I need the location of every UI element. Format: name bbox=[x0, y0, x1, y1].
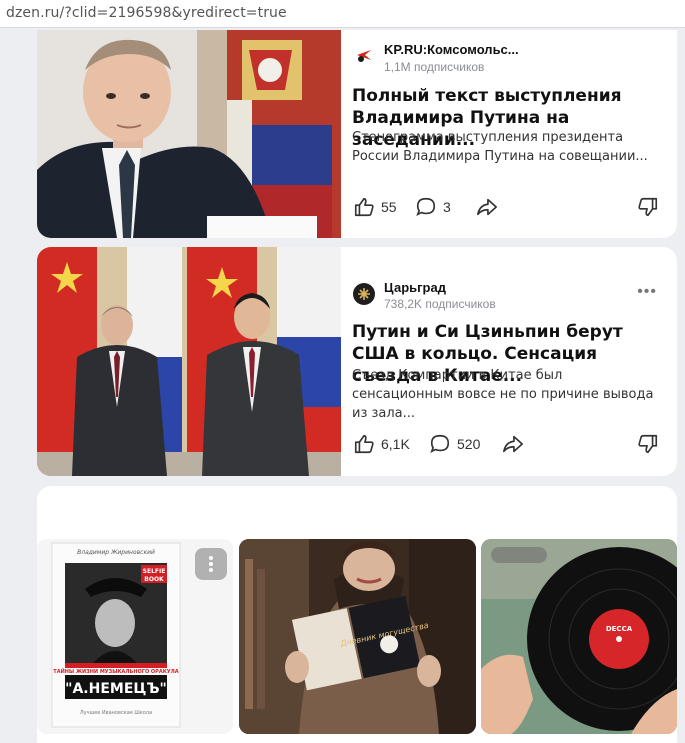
source-subscribers: 738,2K подписчиков bbox=[384, 297, 496, 311]
source-name[interactable]: Царьград bbox=[384, 280, 446, 295]
share-button[interactable] bbox=[475, 196, 499, 218]
share-icon bbox=[503, 435, 523, 453]
like-button[interactable]: 6,1K bbox=[353, 433, 410, 455]
source-name[interactable]: KP.RU:Комсомольс... bbox=[384, 42, 519, 57]
comment-icon bbox=[416, 197, 436, 217]
card-info: KP.RU:Комсомольс... 1,1M подписчиков Пол… bbox=[351, 30, 665, 238]
article-description: Стенограмма выступления президента Росси… bbox=[352, 130, 648, 164]
comment-count: 520 bbox=[457, 436, 481, 452]
comment-icon bbox=[430, 434, 450, 454]
comments-button[interactable]: 520 bbox=[429, 433, 480, 455]
thumbs-down-icon bbox=[638, 434, 658, 454]
like-count: 6,1K bbox=[381, 436, 410, 452]
book-badge-bottom: BOOK bbox=[144, 576, 164, 583]
tsargrad-logo-icon bbox=[358, 288, 370, 300]
book-tagline: ТАЙНЫ ЖИЗНИ МУЗЫКАЛЬНОГО ОРАКУЛА bbox=[53, 667, 179, 675]
share-icon bbox=[477, 198, 497, 216]
vertical-dots-icon bbox=[209, 556, 213, 572]
comment-count: 3 bbox=[443, 199, 451, 215]
card-actions: 55 3 bbox=[351, 196, 665, 226]
source-subscribers: 1,1M подписчиков bbox=[384, 60, 485, 74]
more-options-icon[interactable]: ••• bbox=[637, 283, 657, 301]
gallery-card: Владимир Жириновский SELFIE BOOK ТАЙНЫ Ж… bbox=[37, 486, 677, 743]
card-actions: 6,1K 520 bbox=[351, 433, 665, 463]
article-thumbnail[interactable] bbox=[37, 247, 341, 476]
kp-logo-icon bbox=[357, 50, 371, 62]
dislike-button[interactable] bbox=[637, 433, 659, 455]
thumbs-down-icon bbox=[638, 197, 658, 217]
article-thumbnail[interactable] bbox=[37, 30, 341, 238]
gallery-item-vinyl[interactable]: DECCA bbox=[481, 539, 677, 734]
book-author: Владимир Жириновский bbox=[77, 549, 155, 556]
thumbs-up-icon bbox=[354, 434, 374, 454]
source-logo[interactable] bbox=[353, 283, 375, 305]
address-bar[interactable]: dzen.ru/?clid=2196598&yredirect=true bbox=[0, 0, 685, 28]
feed-card[interactable]: Царьград 738,2K подписчиков ••• Путин и … bbox=[37, 247, 677, 476]
card-info: Царьград 738,2K подписчиков ••• Путин и … bbox=[351, 247, 665, 476]
article-description: Съезд Компартии в Китае был сенсационным… bbox=[352, 368, 654, 421]
book-name: "А.НЕМЕЦЪ" bbox=[65, 681, 167, 697]
like-count: 55 bbox=[381, 199, 397, 215]
book-badge-top: SELFIE bbox=[143, 568, 166, 575]
url-text: dzen.ru/?clid=2196598&yredirect=true bbox=[6, 5, 287, 21]
more-options-button[interactable] bbox=[195, 548, 227, 580]
record-label: DECCA bbox=[606, 625, 633, 633]
gallery-item-reader[interactable]: Дневник могущества bbox=[239, 539, 476, 734]
comments-button[interactable]: 3 bbox=[415, 196, 451, 218]
thumbs-up-icon bbox=[354, 197, 374, 217]
share-button[interactable] bbox=[501, 433, 525, 455]
feed-card[interactable]: KP.RU:Комсомольс... 1,1M подписчиков Пол… bbox=[37, 30, 677, 238]
dislike-button[interactable] bbox=[637, 196, 659, 218]
gallery-item-book[interactable]: Владимир Жириновский SELFIE BOOK ТАЙНЫ Ж… bbox=[37, 539, 233, 734]
like-button[interactable]: 55 bbox=[353, 196, 397, 218]
source-logo[interactable] bbox=[353, 44, 375, 66]
book-footer: Лучшее Ивановская Школа bbox=[80, 710, 152, 716]
